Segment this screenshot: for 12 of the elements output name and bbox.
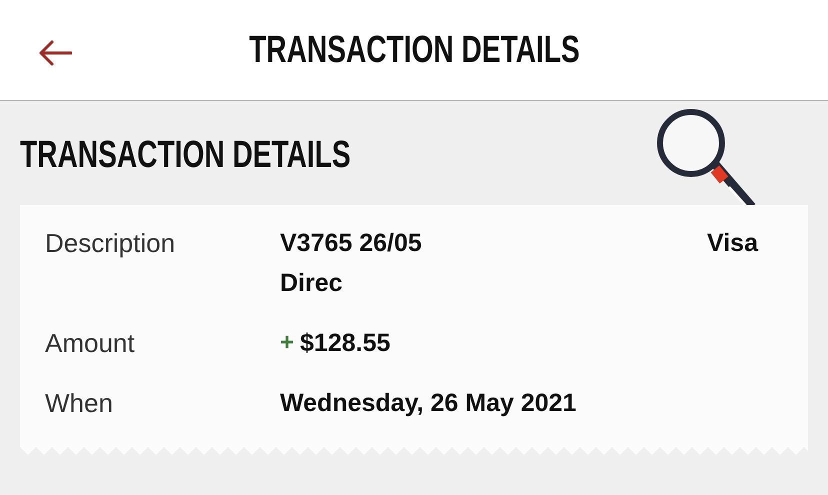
field-value: Wednesday, 26 May 2021 [280, 388, 576, 419]
card-type: Visa [707, 228, 758, 259]
back-arrow-icon [38, 40, 72, 66]
sign-marker: + [280, 328, 294, 358]
field-value: Direc [280, 268, 343, 299]
screen-title: TRANSACTION DETAILS [248, 31, 580, 69]
amount-value: $128.55 [300, 328, 390, 359]
field-value: V3765 26/05 [280, 228, 422, 259]
field-label: Amount [45, 327, 136, 360]
section-title: TRANSACTION DETAILS [20, 136, 351, 174]
field-label: When [45, 387, 114, 420]
field-label: Description [45, 227, 176, 260]
